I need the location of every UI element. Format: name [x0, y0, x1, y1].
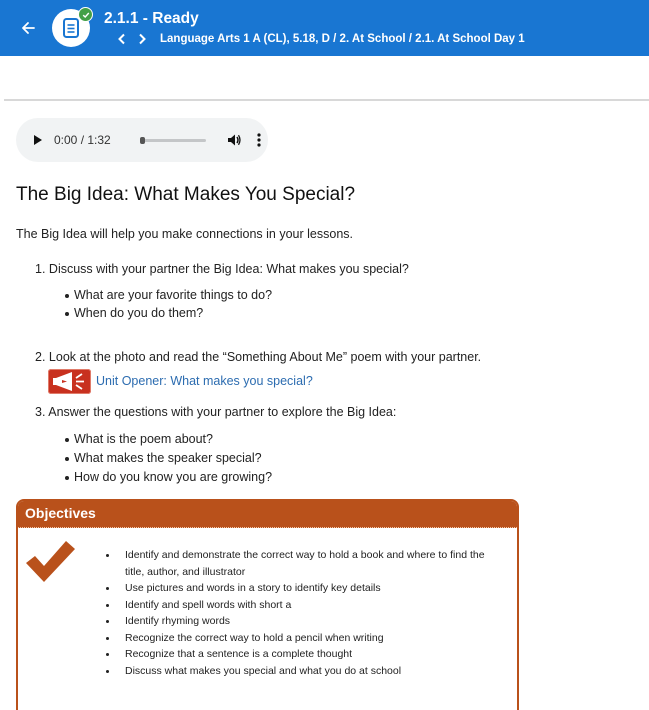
- objective-item: Identify and demonstrate the correct way…: [106, 547, 505, 580]
- step-text: Look at the photo and read the “Somethin…: [48, 350, 482, 364]
- objective-item: Discuss what makes you special and what …: [105, 663, 401, 680]
- chevron-right-icon: [139, 33, 146, 45]
- document-icon: [63, 18, 79, 38]
- check-icon: [82, 12, 89, 18]
- objectives-heading: Objectives: [25, 505, 96, 521]
- audio-time: 0:00 / 1:32: [54, 133, 111, 147]
- intro-text: The Big Idea will help you make connecti…: [16, 227, 353, 241]
- objective-item: Identify and spell words with short a: [105, 597, 291, 614]
- chevron-left-icon: [118, 33, 125, 45]
- unit-opener-icon[interactable]: [48, 369, 91, 394]
- list-item: What makes the speaker special?: [65, 451, 262, 465]
- audio-player: 0:00 / 1:32: [16, 118, 268, 162]
- volume-icon[interactable]: [226, 132, 242, 148]
- objective-item: Identify rhyming words: [105, 613, 230, 630]
- step-text: Answer the questions with your partner t…: [48, 405, 397, 419]
- list-item: What is the poem about?: [65, 432, 213, 446]
- breadcrumb-row: Language Arts 1 A (CL), 5.18, D / 2. At …: [112, 31, 525, 47]
- list-item: When do you do them?: [64, 306, 204, 320]
- step-2: 2. Look at the photo and read the “Somet…: [35, 350, 481, 364]
- unit-opener-link[interactable]: Unit Opener: What makes you special?: [96, 374, 313, 388]
- step-number: 2.: [35, 350, 46, 364]
- audio-progress-thumb[interactable]: [140, 137, 145, 144]
- page-title: 2.1.1 - Ready: [104, 10, 199, 27]
- objective-item: Use pictures and words in a story to ide…: [106, 580, 381, 597]
- step-1: 1. Discuss with your partner the Big Ide…: [35, 262, 409, 276]
- step-number: 3.: [35, 405, 46, 419]
- document-avatar: [52, 7, 93, 47]
- divider: [4, 99, 649, 101]
- arrow-left-icon: [22, 22, 35, 34]
- list-item: How do you know you are growing?: [64, 470, 273, 484]
- next-button[interactable]: [132, 31, 152, 47]
- top-app-bar: 2.1.1 - Ready Language Arts 1 A (CL), 5.…: [0, 0, 649, 56]
- audio-progress-track[interactable]: [140, 139, 206, 142]
- step-number: 1.: [35, 262, 46, 276]
- breadcrumb[interactable]: Language Arts 1 A (CL), 5.18, D / 2. At …: [160, 33, 525, 45]
- step-text: Discuss with your partner the Big Idea: …: [48, 262, 409, 276]
- status-badge: [78, 7, 93, 22]
- objective-item: Recognize that a sentence is a complete …: [105, 646, 352, 663]
- more-options-icon[interactable]: [256, 132, 262, 148]
- list-item: What are your favorite things to do?: [64, 288, 273, 302]
- megaphone-icon: [53, 372, 84, 391]
- checkmark-icon: [26, 541, 75, 582]
- lesson-title: The Big Idea: What Makes You Special?: [16, 184, 356, 205]
- previous-button[interactable]: [112, 31, 132, 47]
- objectives-header: Objectives: [18, 501, 517, 528]
- objective-item: Recognize the correct way to hold a penc…: [106, 630, 384, 647]
- play-icon[interactable]: [33, 134, 43, 146]
- objectives-box: Objectives Identify and demonstrate the …: [16, 499, 519, 710]
- back-button[interactable]: [16, 14, 40, 42]
- step-3: 3. Answer the questions with your partne…: [35, 405, 396, 419]
